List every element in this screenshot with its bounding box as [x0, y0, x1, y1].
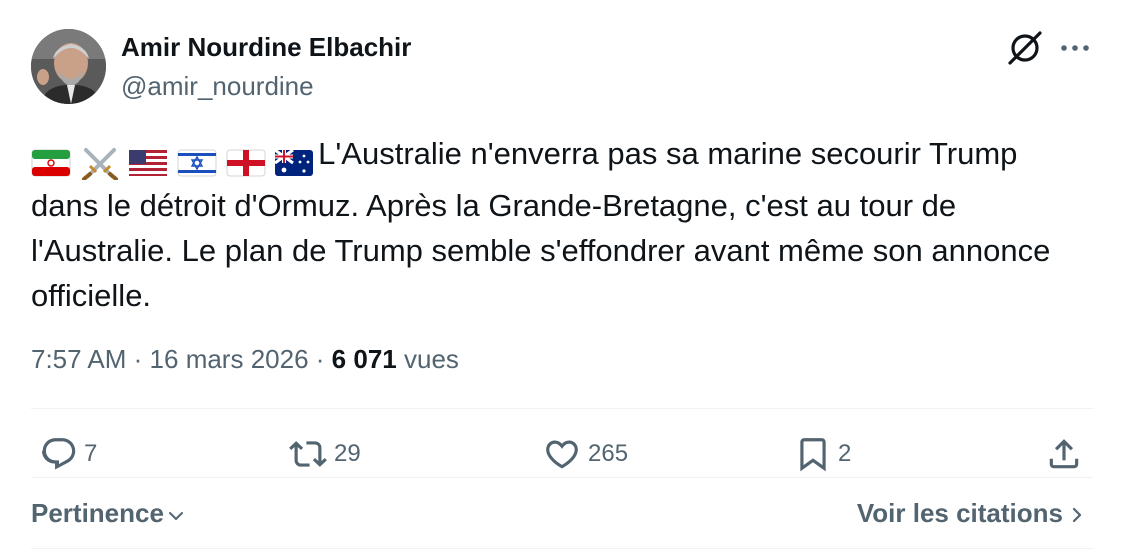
bookmark-icon: [800, 438, 826, 472]
meta-separator: ·: [315, 344, 325, 374]
reply-count: 7: [84, 440, 98, 467]
tweet-time[interactable]: 7:57 AM: [31, 344, 126, 374]
divider: [31, 548, 1093, 549]
reply-button[interactable]: 7: [40, 434, 97, 474]
like-button[interactable]: 265: [542, 434, 628, 474]
israel-flag-icon: [177, 149, 217, 177]
tweet-text: L'Australie n'enverra pas sa marine seco…: [31, 131, 1071, 318]
meta-separator: ·: [133, 344, 143, 374]
divider: [31, 408, 1093, 409]
view-quotes-label: Voir les citations: [856, 498, 1063, 528]
share-button[interactable]: [1045, 434, 1083, 474]
view-quotes-link[interactable]: Voir les citations: [857, 498, 1087, 529]
repost-count: 29: [334, 440, 361, 467]
usa-flag-icon: [129, 149, 168, 176]
australia-flag-icon: [274, 148, 314, 176]
chevron-right-icon: [1072, 507, 1082, 523]
like-count: 265: [588, 440, 629, 467]
crossed-swords-icon: [81, 147, 118, 180]
views-label: vues: [403, 344, 459, 374]
bookmark-count: 2: [838, 440, 852, 467]
reply-icon: [41, 438, 76, 470]
england-flag-icon: [226, 149, 265, 177]
avatar[interactable]: [31, 29, 106, 104]
repost-icon: [289, 441, 327, 467]
grok-icon[interactable]: [1006, 30, 1044, 66]
iran-flag-icon: [31, 149, 71, 177]
more-options-icon[interactable]: [1058, 36, 1092, 60]
divider: [31, 477, 1093, 478]
chevron-down-icon: [168, 511, 183, 520]
share-icon: [1049, 439, 1079, 469]
sort-label: Pertinence: [31, 498, 164, 528]
bookmark-button[interactable]: 2: [794, 434, 851, 474]
views-count: 6 071: [331, 344, 397, 374]
avatar-photo: [31, 29, 106, 104]
emoji-prefix: [31, 138, 314, 183]
sort-dropdown[interactable]: Pertinence: [31, 498, 186, 529]
tweet-metadata: 7:57 AM · 16 mars 2026 · 6 071 vues: [31, 344, 459, 375]
author-handle[interactable]: @amir_nourdine: [121, 71, 314, 102]
heart-icon: [546, 440, 578, 469]
author-display-name[interactable]: Amir Nourdine Elbachir: [121, 32, 411, 63]
repost-button[interactable]: 29: [288, 434, 361, 474]
tweet-date[interactable]: 16 mars 2026: [150, 344, 309, 374]
